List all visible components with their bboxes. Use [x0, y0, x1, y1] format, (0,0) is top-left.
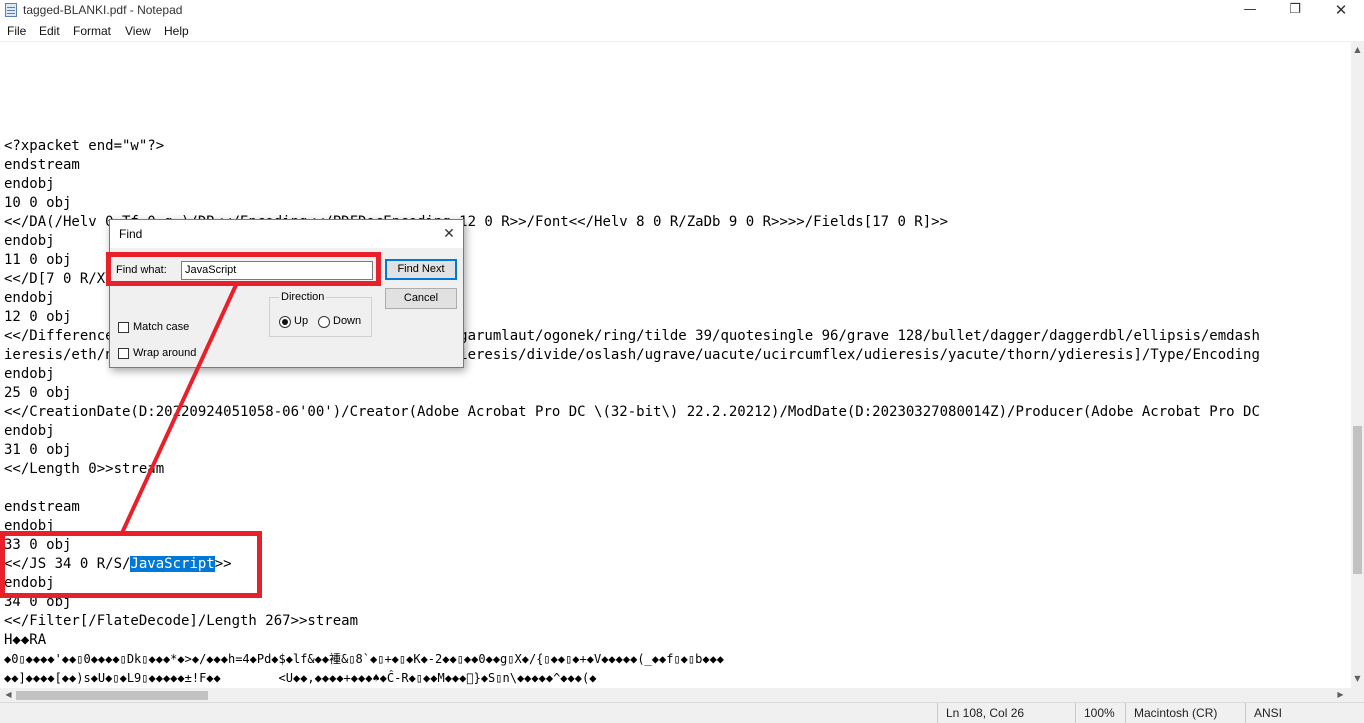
text-line: endobj — [4, 366, 55, 382]
text-line: 10 0 obj — [4, 195, 72, 211]
find-dialog-titlebar[interactable]: Find ✕ — [110, 220, 463, 248]
direction-down-label: Down — [333, 315, 362, 327]
text-line: <</Length 0>>stream — [4, 461, 165, 477]
horizontal-scroll-thumb[interactable] — [16, 691, 208, 700]
text-line: 12 0 obj — [4, 309, 72, 325]
find-dialog-title: Find — [119, 227, 143, 241]
text-line: 31 0 obj — [4, 442, 72, 458]
direction-label: Direction — [279, 291, 327, 303]
direction-down-radio[interactable] — [318, 316, 330, 328]
js-line-suffix: >> — [214, 556, 232, 572]
status-bar: Ln 108, Col 26 100% Macintosh (CR) ANSI — [0, 702, 1364, 723]
menu-help[interactable]: Help — [164, 24, 189, 38]
text-line: endobj — [4, 423, 55, 439]
scroll-down-icon[interactable]: ▼ — [1351, 674, 1364, 683]
menu-file[interactable]: File — [7, 24, 26, 38]
menu-bar: File Edit Format View Help — [0, 22, 1364, 42]
find-what-input[interactable]: JavaScript — [181, 261, 373, 280]
text-line: endstream — [4, 157, 80, 173]
scrollbar-corner — [1351, 688, 1364, 702]
text-line: endobj — [4, 518, 55, 534]
scroll-up-icon[interactable]: ▲ — [1351, 45, 1364, 54]
zoom-level: 100% — [1075, 703, 1125, 723]
selected-match: JavaScript — [130, 556, 215, 572]
find-next-button[interactable]: Find Next — [385, 259, 457, 280]
text-line: H◆◆RA — [4, 632, 47, 648]
text-line: endobj — [4, 575, 55, 591]
title-bar: tagged-BLANKI.pdf - Notepad — ❐ ✕ — [0, 0, 1364, 22]
minimize-button[interactable]: — — [1227, 0, 1273, 22]
encoding: ANSI — [1245, 703, 1364, 723]
direction-up-label: Up — [294, 315, 309, 327]
match-case-label: Match case — [133, 321, 190, 333]
js-line-prefix: <</JS 34 0 R/S/ — [4, 556, 131, 572]
maximize-button[interactable]: ❐ — [1272, 0, 1318, 22]
text-line: endstream — [4, 499, 80, 515]
window-title: tagged-BLANKI.pdf - Notepad — [23, 3, 183, 17]
text-line: 25 0 obj — [4, 385, 72, 401]
notepad-icon — [5, 3, 17, 17]
javascript-line: <</JS 34 0 R/S/JavaScript>> — [4, 555, 232, 574]
cursor-position: Ln 108, Col 26 — [937, 703, 1075, 723]
horizontal-scrollbar[interactable]: ◀ ▶ — [0, 688, 1351, 702]
text-line: 33 0 obj — [4, 537, 72, 553]
text-line: ◆◆]◆◆◆◆[◆◆)s◆U◆▯◆L9▯◆◆◆◆◆±!F◆◆ <U◆◆,◆◆◆◆… — [4, 671, 597, 685]
wrap-around-checkbox[interactable] — [118, 348, 129, 359]
menu-view[interactable]: View — [125, 24, 151, 38]
close-icon[interactable]: ✕ — [438, 223, 460, 245]
match-case-checkbox[interactable] — [118, 322, 129, 333]
find-dialog: Find ✕ Find what: JavaScript Find Next C… — [109, 219, 464, 368]
cancel-button[interactable]: Cancel — [385, 288, 457, 309]
vertical-scrollbar[interactable]: ▲ ▼ — [1351, 42, 1364, 688]
text-line: <</CreationDate(D:20220924051058-06'00')… — [4, 404, 1260, 420]
close-button[interactable]: ✕ — [1318, 0, 1364, 22]
find-next-label: Find Next — [397, 263, 445, 275]
cancel-label: Cancel — [403, 292, 439, 304]
menu-format[interactable]: Format — [73, 24, 111, 38]
text-line: 11 0 obj — [4, 252, 72, 268]
text-line: endobj — [4, 290, 55, 306]
find-what-label: Find what: — [116, 264, 167, 276]
text-line: ◆0▯◆◆◆◆'◆◆▯0◆◆◆◆▯Dk▯◆◆◆*◆>◆/◆◆◆h=4◆Pd◆$◆… — [4, 652, 725, 666]
text-line: <</D[7 0 R/XYZ — [4, 271, 123, 287]
text-line: <</Filter[/FlateDecode]/Length 267>>stre… — [4, 613, 359, 629]
text-line: 34 0 obj — [4, 594, 72, 610]
text-line: endobj — [4, 176, 55, 192]
scroll-left-icon[interactable]: ◀ — [2, 690, 15, 699]
menu-edit[interactable]: Edit — [39, 24, 60, 38]
direction-up-radio[interactable] — [279, 316, 291, 328]
line-endings: Macintosh (CR) — [1125, 703, 1245, 723]
vertical-scroll-thumb[interactable] — [1353, 426, 1362, 574]
text-line: <?xpacket end="w"?> — [4, 138, 165, 154]
scroll-right-icon[interactable]: ▶ — [1334, 690, 1347, 699]
wrap-around-label: Wrap around — [133, 347, 197, 359]
text-line: endobj — [4, 233, 55, 249]
